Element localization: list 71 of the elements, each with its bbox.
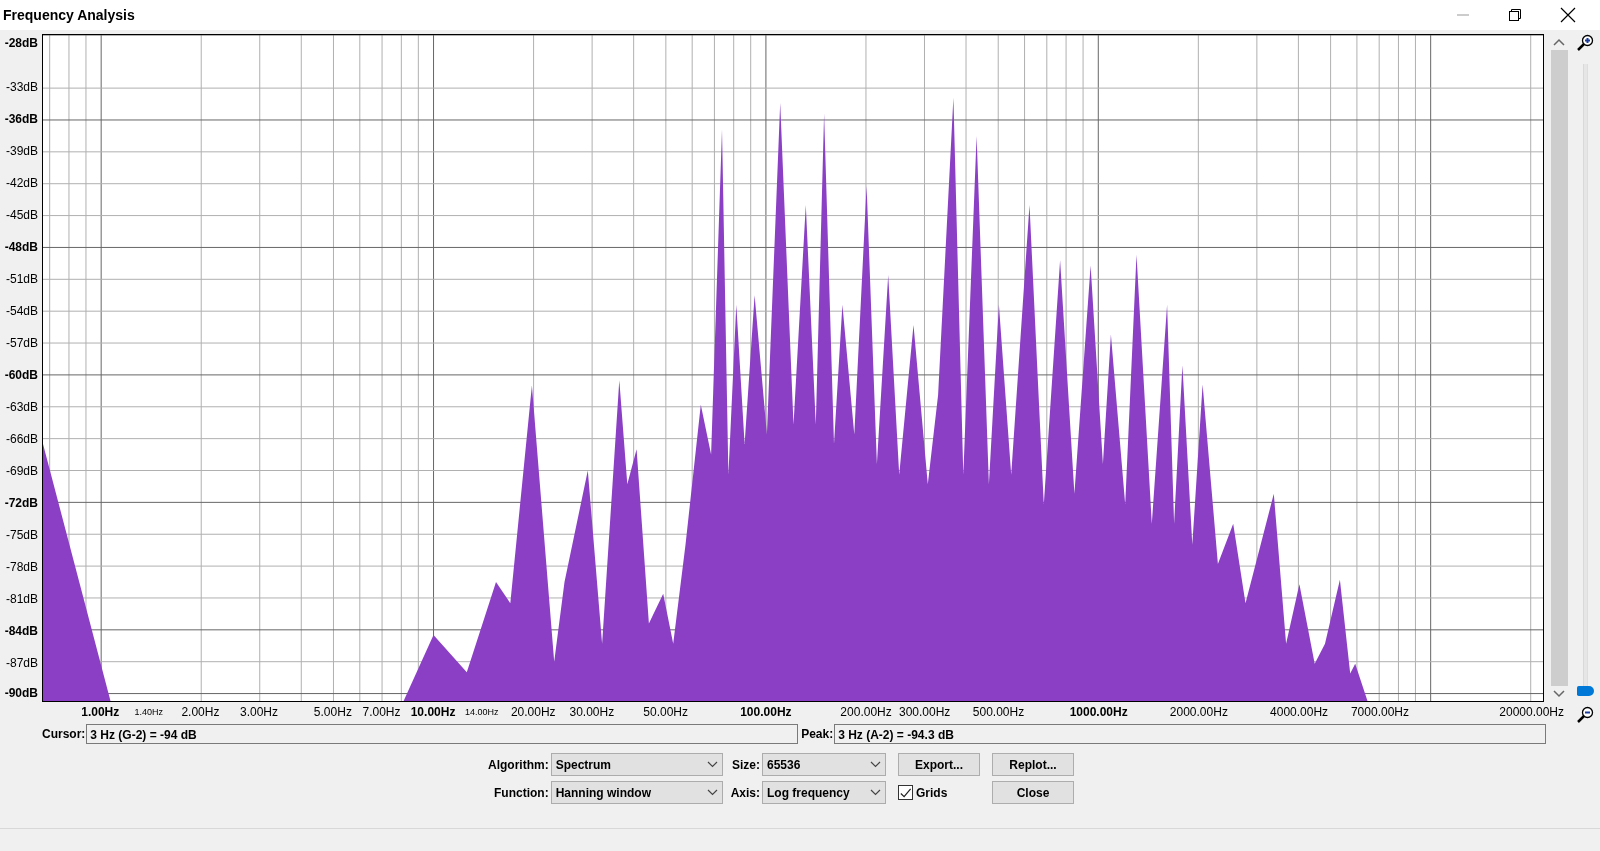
field-label: Size: [731,757,760,772]
slider-thumb[interactable] [1576,686,1594,696]
x-axis-label: 1.40Hz [134,706,164,719]
y-axis-label: -45dB [5,208,38,223]
y-axis-label: -66dB [5,431,38,446]
scroll-down-icon[interactable] [1553,690,1565,698]
y-axis-label: -63dB [5,399,38,414]
y-axis-label: -57dB [5,335,38,350]
x-axis-label: 2000.00Hz [1169,705,1228,720]
x-axis-label: 200.00Hz [840,705,892,720]
zoom-out-icon[interactable] [1576,706,1594,724]
grids-checkbox[interactable]: Grids [898,785,980,800]
caret-icon [870,761,881,768]
x-axis-label: 20.00Hz [510,705,556,720]
x-axis-label: 3.00Hz [240,705,279,720]
export-button[interactable]: Export... [898,753,980,776]
y-axis-label: -51dB [5,272,38,287]
y-axis-label: -60dB [4,367,38,382]
caret-icon [870,789,881,796]
y-axis-label: -90dB [4,686,38,700]
size-dropdown[interactable]: 65536 [762,753,886,776]
zoom-in-icon[interactable] [1576,34,1594,52]
y-axis-label: -75dB [5,527,38,542]
x-axis-label: 7.00Hz [362,705,401,720]
peak-label: Peak: [801,727,834,741]
y-axis-label: -81dB [5,591,38,606]
y-axis-label: -36dB [4,112,38,127]
caret-icon [706,761,718,768]
y-axis-label: -87dB [5,655,38,670]
x-axis-label: 10.00Hz [410,705,456,720]
y-axis-label: -28dB [4,36,38,50]
field-label: Algorithm: [488,757,549,772]
restore-icon[interactable] [1508,8,1522,22]
scroll-up-icon[interactable] [1553,38,1565,46]
scrollbar-thumb[interactable] [1550,50,1568,686]
x-axis-label: 1000.00Hz [1069,705,1128,720]
x-axis-label: 100.00Hz [740,705,792,720]
y-axis-label: -54dB [5,304,38,318]
close-button[interactable]: Close [992,781,1074,804]
y-axis-label: -48dB [4,240,38,255]
algorithm-dropdown[interactable]: Spectrum [550,753,723,776]
x-axis-label: 20000.00Hz [1499,705,1565,720]
cursor-label: Cursor: [42,727,86,741]
field-label: Axis: [730,785,760,800]
y-axis-label: -69dB [5,463,38,478]
y-axis-label: -72dB [4,495,38,510]
y-axis-label: -42dB [5,176,38,191]
x-axis-label: 7000.00Hz [1350,705,1409,720]
y-axis-label: -39dB [5,144,38,159]
x-axis-label: 5.00Hz [313,705,352,720]
caret-icon [706,789,718,796]
close-icon[interactable] [1560,7,1576,23]
y-axis-label: -84dB [4,623,38,638]
cursor-readout-field: 3 Hz (G-2) = -94 dB [86,724,799,744]
axis-dropdown[interactable]: Log frequency [762,781,886,804]
x-axis-label: 500.00Hz [972,705,1025,720]
x-axis-label: 300.00Hz [898,705,951,720]
x-axis-label: 4000.00Hz [1270,705,1329,720]
function-dropdown[interactable]: Hanning window [550,781,723,804]
checkbox[interactable] [898,785,913,800]
x-axis-label: 30.00Hz [569,705,615,720]
x-axis-label: 2.00Hz [181,705,220,720]
x-axis-label: 14.00Hz [464,706,499,719]
peak-readout-field: 3 Hz (A-2) = -94.3 dB [834,724,1546,744]
window-title: Frequency Analysis [3,7,135,23]
x-axis-label: 50.00Hz [643,705,689,720]
y-axis-label: -78dB [5,559,38,574]
replot-button[interactable]: Replot... [992,753,1074,776]
y-axis-label: -33dB [5,80,38,95]
field-label: Function: [493,785,549,800]
x-axis-label: 1.00Hz [81,705,120,720]
